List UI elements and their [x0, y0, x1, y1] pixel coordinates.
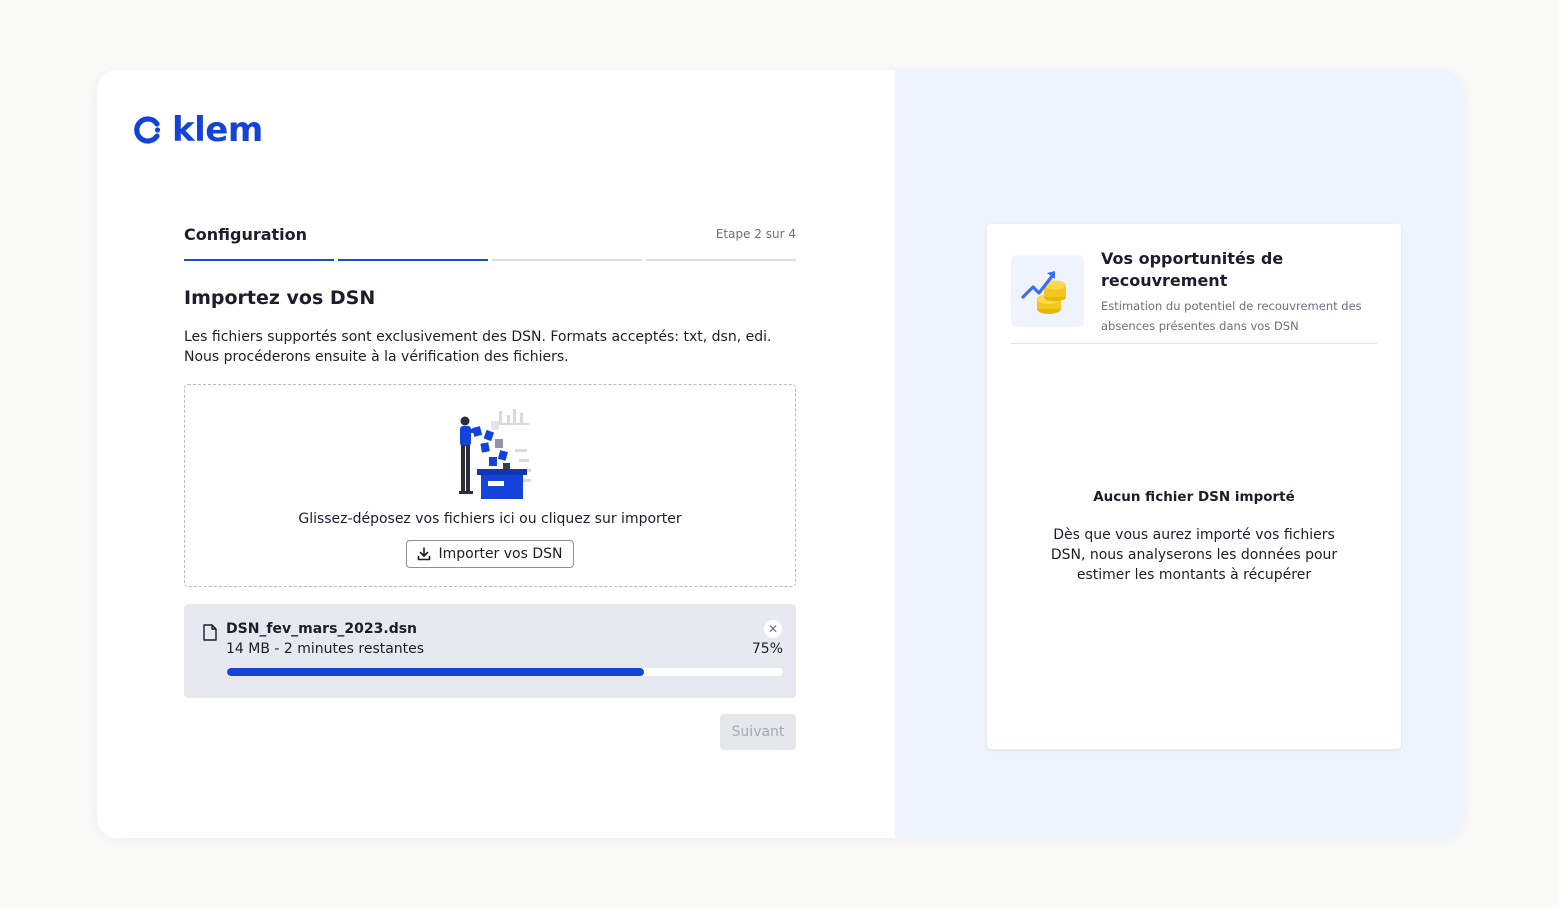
- wizard-title: Configuration: [184, 224, 308, 244]
- empty-state-text: Dès que vous aurez importé vos fichiers …: [1050, 527, 1338, 583]
- upload-file-card: DSN_fev_mars_2023.dsn 14 MB - 2 minutes …: [184, 604, 796, 698]
- step-segment-1: [184, 259, 334, 261]
- download-icon: [418, 547, 431, 561]
- step-segment-4: [646, 259, 796, 261]
- file-dropzone[interactable]: Glissez-déposez vos fichiers ici ou cliq…: [184, 384, 796, 587]
- dropzone-instructions: Glissez-déposez vos fichiers ici ou cliq…: [298, 511, 682, 527]
- upload-file-name: DSN_fev_mars_2023.dsn: [226, 621, 418, 637]
- upload-progress-bar: [227, 668, 783, 676]
- import-description: Les fichiers supportés sont exclusivemen…: [184, 329, 772, 365]
- cancel-upload-button[interactable]: ✕: [764, 620, 782, 638]
- wizard-header: Configuration Etape 2 sur 4: [184, 220, 796, 248]
- upload-percent: 75%: [751, 641, 783, 657]
- section-title: Importez vos DSN: [184, 287, 376, 309]
- right-panel: Vos opportunités de recouvrement Estimat…: [895, 70, 1463, 838]
- step-progress: [184, 259, 796, 261]
- upload-progress-fill: [227, 668, 644, 676]
- main-card: klem Configuration Etape 2 sur 4 Importe…: [97, 70, 1463, 838]
- brand-name: klem: [172, 110, 263, 150]
- upload-illustration: [459, 409, 531, 499]
- opportunities-title: Vos opportunités de recouvrement: [1101, 249, 1284, 290]
- empty-state-title: Aucun fichier DSN importé: [1093, 489, 1295, 505]
- close-icon: ✕: [767, 622, 779, 636]
- import-button-label: Importer vos DSN: [438, 546, 563, 562]
- coins-growth-icon: [1021, 271, 1066, 314]
- file-icon: [203, 624, 217, 641]
- next-button[interactable]: Suivant: [720, 714, 796, 750]
- upload-file-meta: 14 MB - 2 minutes restantes: [226, 641, 425, 657]
- step-counter: Etape 2 sur 4: [715, 227, 796, 241]
- klem-logo-icon: [134, 116, 161, 144]
- step-segment-2: [338, 259, 488, 261]
- step-segment-3: [492, 259, 642, 261]
- opportunities-subtitle: Estimation du potentiel de recouvrement …: [1101, 299, 1362, 333]
- opportunities-icon-box: [1011, 255, 1084, 327]
- left-panel: klem Configuration Etape 2 sur 4 Importe…: [97, 70, 895, 838]
- opportunities-card: Vos opportunités de recouvrement Estimat…: [987, 224, 1401, 749]
- divider: [1011, 343, 1377, 344]
- import-dsn-button[interactable]: Importer vos DSN: [406, 540, 574, 568]
- wizard-content: Configuration Etape 2 sur 4 Importez vos…: [184, 220, 796, 698]
- brand-logo[interactable]: klem: [133, 110, 263, 150]
